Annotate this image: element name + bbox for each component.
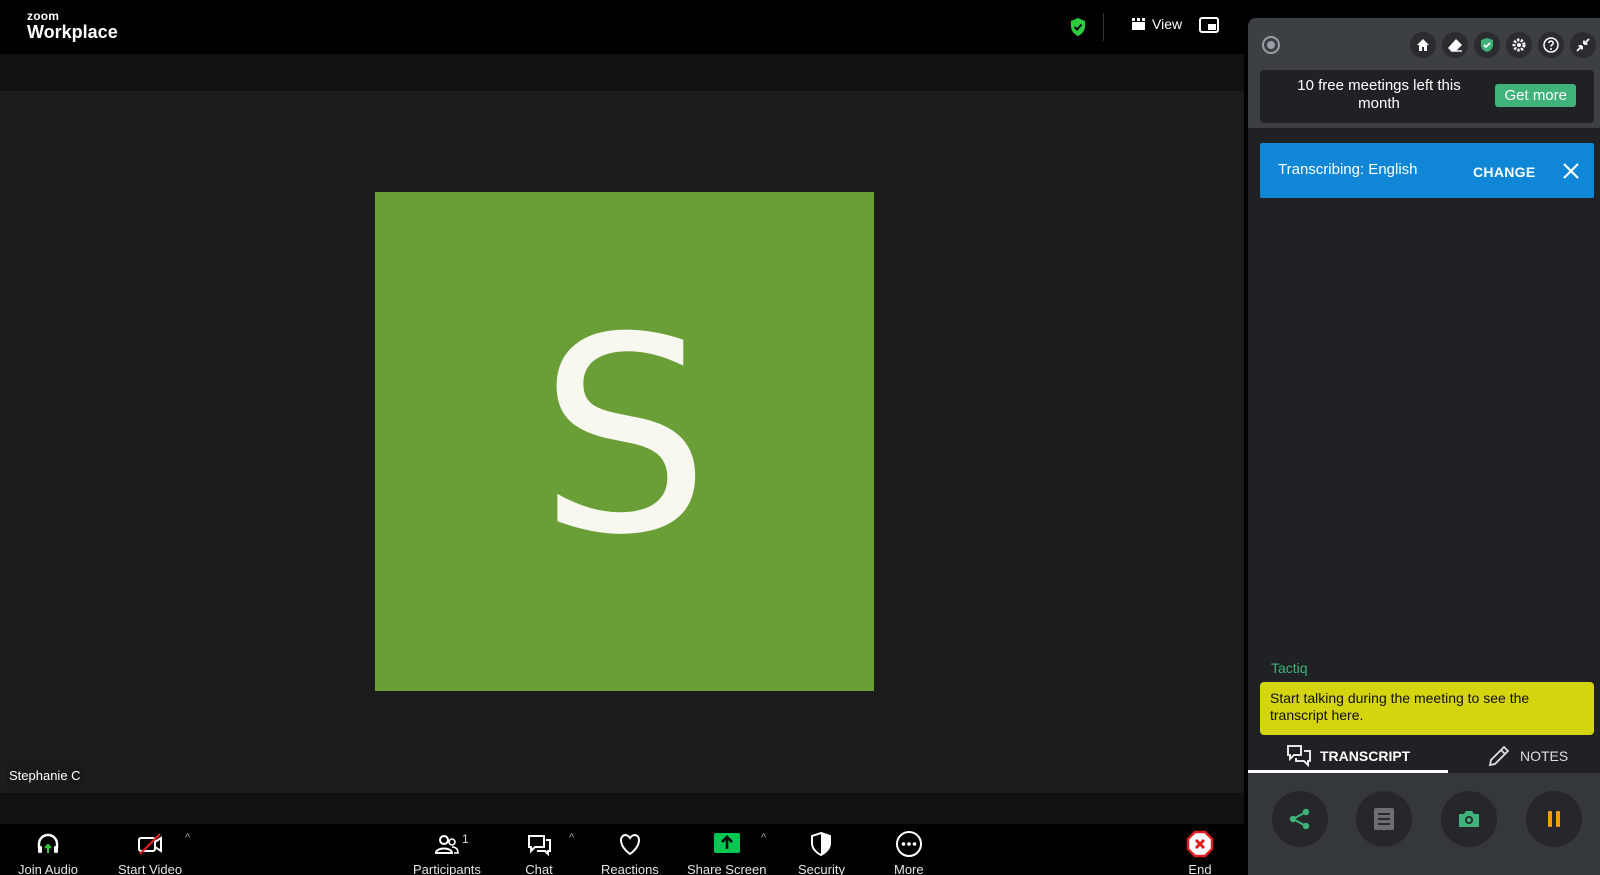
transcribing-language-label: Transcribing: English — [1278, 161, 1418, 178]
change-language-button[interactable]: CHANGE — [1473, 164, 1535, 180]
end-meeting-icon — [1186, 830, 1214, 858]
collapse-button[interactable] — [1570, 32, 1596, 58]
headphone-icon — [37, 833, 59, 853]
gear-icon — [1512, 38, 1526, 52]
zoom-workplace-logo: zoom Workplace — [27, 10, 118, 41]
tab-transcript[interactable]: TRANSCRIPT — [1286, 738, 1410, 773]
pencil-icon — [1488, 745, 1510, 766]
end-label: End — [1188, 862, 1212, 875]
tactiq-action-bar — [1248, 773, 1600, 875]
video-off-icon — [138, 833, 163, 855]
share-icon — [1289, 808, 1310, 830]
start-video-button[interactable]: Start Video — [118, 830, 182, 875]
tactiq-header: 10 free meetings left this month Get mor… — [1248, 18, 1600, 128]
close-icon[interactable] — [1562, 162, 1580, 180]
more-dots-icon — [895, 831, 922, 857]
security-shield-icon — [811, 831, 832, 857]
camera-icon — [1459, 811, 1479, 827]
settings-button[interactable] — [1506, 32, 1532, 58]
tactiq-panel: 10 free meetings left this month Get mor… — [1248, 18, 1600, 875]
help-icon — [1543, 37, 1559, 53]
picture-in-picture-icon[interactable] — [1199, 17, 1219, 35]
help-button[interactable] — [1538, 32, 1564, 58]
share-options-caret-icon[interactable]: ^ — [761, 832, 766, 844]
tactiq-header-icons — [1410, 32, 1596, 58]
collapse-arrows-icon — [1576, 38, 1590, 52]
view-grid-icon — [1132, 18, 1145, 30]
avatar-initial: S — [538, 278, 711, 594]
security-button[interactable]: Security — [798, 830, 845, 875]
top-divider — [1103, 13, 1104, 41]
document-icon — [1374, 808, 1394, 830]
top-strip — [0, 54, 1244, 91]
transcribing-banner: Transcribing: English CHANGE — [1260, 143, 1594, 198]
summary-button[interactable] — [1356, 791, 1412, 847]
video-options-caret-icon[interactable]: ^ — [185, 832, 190, 844]
chat-button[interactable]: Chat — [525, 830, 553, 875]
logo-small-text: zoom — [27, 9, 60, 23]
eraser-icon — [1448, 39, 1462, 52]
eraser-button[interactable] — [1442, 32, 1468, 58]
participants-label: Participants — [413, 862, 481, 875]
join-audio-label: Join Audio — [18, 862, 78, 875]
participant-avatar-tile: S — [375, 192, 874, 691]
meeting-toolbar: Join Audio Start Video ^ Participants 1 … — [0, 824, 1244, 875]
more-button[interactable]: More — [894, 830, 924, 875]
zoom-top-bar: zoom Workplace View — [0, 0, 1244, 54]
tactiq-tabs: TRANSCRIPT NOTES — [1248, 738, 1600, 773]
share-screen-label: Share Screen — [687, 862, 767, 875]
screenshot-button[interactable] — [1441, 791, 1497, 847]
home-icon — [1417, 39, 1429, 51]
start-video-label: Start Video — [118, 862, 183, 875]
home-button[interactable] — [1410, 32, 1436, 58]
encryption-shield-icon[interactable] — [1068, 17, 1088, 37]
transcript-chat-icon — [1287, 744, 1311, 767]
tab-notes[interactable]: NOTES — [1486, 738, 1568, 773]
get-more-button[interactable]: Get more — [1495, 84, 1576, 107]
reactions-button[interactable]: Reactions — [601, 830, 659, 875]
shield-button[interactable] — [1474, 32, 1500, 58]
share-screen-icon — [713, 833, 740, 853]
participants-button[interactable]: Participants — [413, 830, 481, 875]
chat-options-caret-icon[interactable]: ^ — [569, 832, 574, 844]
security-label: Security — [798, 862, 845, 875]
participant-name-tag: Stephanie C — [5, 763, 85, 788]
transcript-hint-message: Start talking during the meeting to see … — [1260, 682, 1594, 735]
tab-transcript-label: TRANSCRIPT — [1320, 747, 1411, 764]
pause-icon — [1548, 811, 1560, 827]
free-meetings-banner: 10 free meetings left this month Get mor… — [1260, 70, 1594, 123]
logo-big-text: Workplace — [27, 22, 118, 42]
free-meetings-text: 10 free meetings left this month — [1297, 77, 1461, 112]
view-label: View — [1152, 16, 1183, 32]
join-audio-button[interactable]: Join Audio — [18, 830, 78, 875]
chat-icon — [528, 835, 551, 857]
bottom-strip — [0, 793, 1244, 824]
chat-label: Chat — [525, 862, 553, 875]
heart-icon — [619, 833, 640, 856]
reactions-label: Reactions — [601, 862, 659, 875]
shield-check-icon — [1481, 38, 1493, 52]
tab-notes-label: NOTES — [1520, 747, 1569, 764]
share-transcript-button[interactable] — [1272, 791, 1328, 847]
view-button[interactable]: View — [1132, 16, 1182, 32]
participants-icon — [434, 835, 459, 854]
end-meeting-button[interactable]: End — [1186, 830, 1214, 875]
more-label: More — [894, 862, 924, 875]
record-status-icon[interactable] — [1262, 36, 1280, 54]
pause-transcription-button[interactable] — [1526, 791, 1582, 847]
share-screen-button[interactable]: Share Screen — [687, 830, 767, 875]
participants-count-badge: 1 — [462, 832, 469, 846]
tactiq-speaker-label: Tactiq — [1271, 660, 1308, 676]
